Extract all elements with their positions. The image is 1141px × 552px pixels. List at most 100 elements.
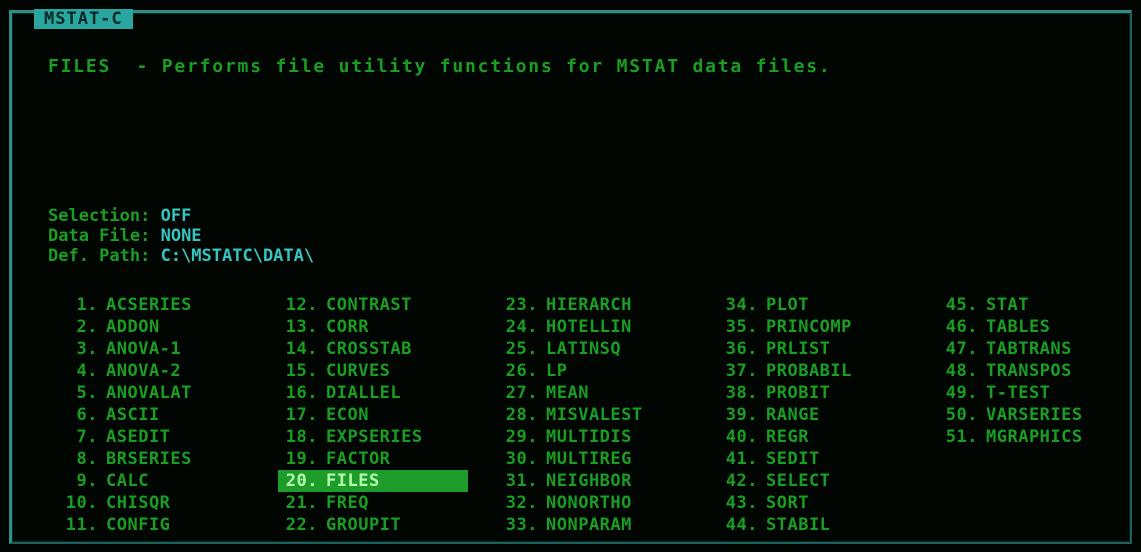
menu-item-tables[interactable]: 46. TABLES (938, 316, 1083, 338)
menu-item-ascii[interactable]: 6. ASCII (58, 404, 248, 426)
menu-item-number: 8. (76, 449, 98, 469)
menu-item-prlist[interactable]: 36. PRLIST (718, 338, 852, 360)
menu-item-asedit[interactable]: 7. ASEDIT (58, 426, 248, 448)
program-description: FILES - Performs file utility functions … (48, 56, 832, 78)
menu-item-number: 49. (945, 383, 978, 403)
def-path-row: Def. Path: C:\MSTATC\DATA\ (48, 246, 314, 266)
menu-item-label: NEIGHBOR (546, 471, 632, 491)
menu-item-anova-2[interactable]: 4. ANOVA-2 (58, 360, 248, 382)
menu-item-number: 41. (725, 449, 758, 469)
data-file-value: NONE (160, 226, 202, 246)
menu-item-latinsq[interactable]: 25. LATINSQ (498, 338, 643, 360)
menu-item-expseries[interactable]: 18. EXPSERIES (278, 426, 468, 448)
menu-item-nonortho[interactable]: 32. NONORTHO (498, 492, 643, 514)
menu-item-label: FACTOR (326, 449, 391, 469)
menu-item-label: MULTIREG (546, 449, 632, 469)
menu-item-regr[interactable]: 40. REGR (718, 426, 852, 448)
menu-item-number: 30. (505, 449, 538, 469)
menu-item-files[interactable]: 20. FILES (278, 470, 468, 492)
menu-item-probabil[interactable]: 37. PROBABIL (718, 360, 852, 382)
menu-item-princomp[interactable]: 35. PRINCOMP (718, 316, 852, 338)
menu-item-transpos[interactable]: 48. TRANSPOS (938, 360, 1083, 382)
menu-item-number: 29. (505, 427, 538, 447)
menu-item-stat[interactable]: 45. STAT (938, 294, 1083, 316)
menu-item-label: GROUPIT (326, 515, 402, 535)
menu-item-econ[interactable]: 17. ECON (278, 404, 468, 426)
dos-screen: MSTAT-C FILES - Performs file utility fu… (0, 0, 1141, 552)
menu-item-label: FREQ (326, 493, 369, 513)
menu-item-label: SELECT (766, 471, 831, 491)
menu-item-mgraphics[interactable]: 51. MGRAPHICS (938, 426, 1083, 448)
menu-item-select[interactable]: 42. SELECT (718, 470, 852, 492)
menu-item-label: EXPSERIES (326, 427, 423, 447)
menu-item-freq[interactable]: 21. FREQ (278, 492, 468, 514)
menu-column-3: 23. HIERARCH 24. HOTELLIN 25. LATINSQ 26. LP 27.… (498, 294, 643, 536)
menu-item-misvalest[interactable]: 28. MISVALEST (498, 404, 643, 426)
menu-item-brseries[interactable]: 8. BRSERIES (58, 448, 248, 470)
menu-item-number: 44. (725, 515, 758, 535)
menu-item-addon[interactable]: 2. ADDON (58, 316, 248, 338)
menu-item-label: MISVALEST (546, 405, 643, 425)
menu-item-number: 5. (76, 383, 98, 403)
menu-item-plot[interactable]: 34. PLOT (718, 294, 852, 316)
menu-item-label: ANOVA-2 (106, 361, 182, 381)
menu-item-groupit[interactable]: 22. GROUPIT (278, 514, 468, 536)
menu-item-crosstab[interactable]: 14. CROSSTAB (278, 338, 468, 360)
menu-item-curves[interactable]: 15. CURVES (278, 360, 468, 382)
menu-item-label: CONFIG (106, 515, 171, 535)
menu-column-2: 12. CONTRAST 13. CORR 14. CROSSTAB 15. CURVES 16… (278, 294, 468, 536)
menu-item-sedit[interactable]: 41. SEDIT (718, 448, 852, 470)
menu-item-hotellin[interactable]: 24. HOTELLIN (498, 316, 643, 338)
menu-item-number: 6. (76, 405, 98, 425)
menu-item-label: SORT (766, 493, 809, 513)
menu-item-diallel[interactable]: 16. DIALLEL (278, 382, 468, 404)
menu-item-label: CHISQR (106, 493, 171, 513)
menu-item-acseries[interactable]: 1. ACSERIES (58, 294, 248, 316)
program-name: FILES (48, 56, 112, 77)
menu-item-number: 50. (945, 405, 978, 425)
menu-item-stabil[interactable]: 44. STABIL (718, 514, 852, 536)
menu-item-number: 17. (285, 405, 318, 425)
menu-item-label: CALC (106, 471, 149, 491)
menu-item-label: STAT (986, 295, 1029, 315)
menu-item-lp[interactable]: 26. LP (498, 360, 643, 382)
menu-item-chisqr[interactable]: 10. CHISQR (58, 492, 248, 514)
menu-item-multidis[interactable]: 29. MULTIDIS (498, 426, 643, 448)
menu-item-label: ADDON (106, 317, 160, 337)
menu-item-mean[interactable]: 27. MEAN (498, 382, 643, 404)
menu-item-number: 51. (945, 427, 978, 447)
menu-item-number: 12. (285, 295, 318, 315)
menu-item-hierarch[interactable]: 23. HIERARCH (498, 294, 643, 316)
menu-item-label: MGRAPHICS (986, 427, 1083, 447)
menu-item-tabtrans[interactable]: 47. TABTRANS (938, 338, 1083, 360)
menu-item-t-test[interactable]: 49. T-TEST (938, 382, 1083, 404)
menu-item-label: PLOT (766, 295, 809, 315)
menu-item-sort[interactable]: 43. SORT (718, 492, 852, 514)
menu-item-anovalat[interactable]: 5. ANOVALAT (58, 382, 248, 404)
menu-item-label: NONORTHO (546, 493, 632, 513)
def-path-value: C:\MSTATC\DATA\ (160, 246, 315, 266)
def-path-label: Def. Path: (48, 246, 161, 266)
menu-item-factor[interactable]: 19. FACTOR (278, 448, 468, 470)
menu-item-label: DIALLEL (326, 383, 402, 403)
menu-item-number: 21. (285, 493, 318, 513)
menu-item-label: ANOVA-1 (106, 339, 182, 359)
menu-item-number: 40. (725, 427, 758, 447)
menu-item-corr[interactable]: 13. CORR (278, 316, 468, 338)
menu-item-number: 11. (65, 515, 98, 535)
menu-item-number: 9. (76, 471, 98, 491)
menu-item-multireg[interactable]: 30. MULTIREG (498, 448, 643, 470)
menu-item-range[interactable]: 39. RANGE (718, 404, 852, 426)
menu-item-config[interactable]: 11. CONFIG (58, 514, 248, 536)
menu-item-number: 23. (505, 295, 538, 315)
menu-item-calc[interactable]: 9. CALC (58, 470, 248, 492)
menu-item-nonparam[interactable]: 33. NONPARAM (498, 514, 643, 536)
menu-item-anova-1[interactable]: 3. ANOVA-1 (58, 338, 248, 360)
menu-item-neighbor[interactable]: 31. NEIGHBOR (498, 470, 643, 492)
menu-item-number: 47. (945, 339, 978, 359)
menu-item-probit[interactable]: 38. PROBIT (718, 382, 852, 404)
menu-item-number: 46. (945, 317, 978, 337)
menu-item-varseries[interactable]: 50. VARSERIES (938, 404, 1083, 426)
menu-item-number: 15. (285, 361, 318, 381)
menu-item-contrast[interactable]: 12. CONTRAST (278, 294, 468, 316)
